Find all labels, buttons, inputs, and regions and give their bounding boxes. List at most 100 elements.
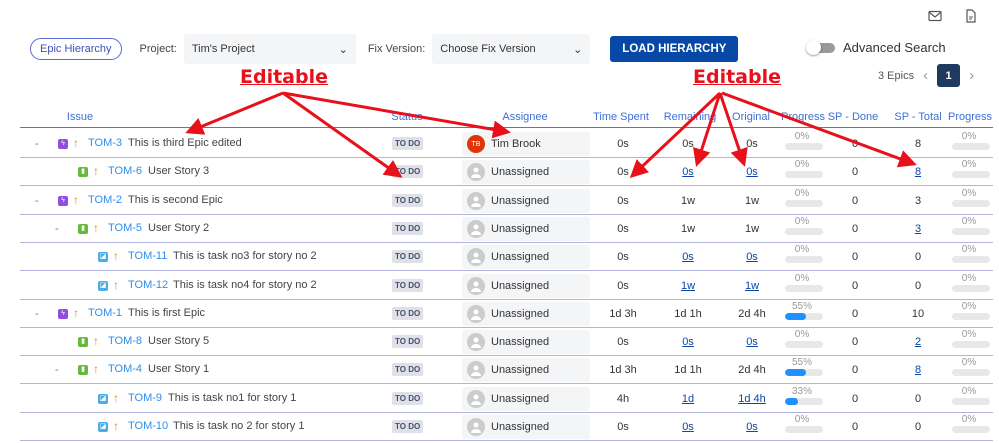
header-time-spent[interactable]: Time Spent xyxy=(593,111,649,123)
sp-total[interactable]: 2 xyxy=(915,336,921,348)
original-estimate[interactable]: 0s xyxy=(746,336,758,348)
assignee-name: Unassigned xyxy=(491,166,549,178)
status-badge[interactable]: TO DO xyxy=(392,420,423,433)
remaining-estimate[interactable]: 0s xyxy=(682,166,694,178)
assignee-field[interactable]: Unassigned xyxy=(462,415,590,439)
status-badge[interactable]: TO DO xyxy=(392,392,423,405)
issue-key-link[interactable]: TOM-10 xyxy=(128,420,168,432)
table-row: -ϟ↑TOM-2This is second EpicTO DOUnassign… xyxy=(20,187,993,215)
issue-summary[interactable]: User Story 5 xyxy=(148,335,209,347)
issue-key-link[interactable]: TOM-12 xyxy=(128,279,168,291)
collapse-toggle[interactable]: - xyxy=(55,223,59,235)
issue-key-link[interactable]: TOM-5 xyxy=(108,222,142,234)
assignee-field[interactable]: Unassigned xyxy=(462,160,590,184)
header-remaining[interactable]: Remaining xyxy=(664,111,717,123)
issue-key-link[interactable]: TOM-2 xyxy=(88,194,122,206)
status-badge[interactable]: TO DO xyxy=(392,335,423,348)
header-sp-progress[interactable]: Progress xyxy=(948,111,992,123)
collapse-toggle[interactable]: - xyxy=(35,308,39,320)
assignee-field[interactable]: Unassigned xyxy=(462,387,590,411)
avatar xyxy=(467,220,485,238)
status-badge[interactable]: TO DO xyxy=(392,194,423,207)
load-hierarchy-button[interactable]: LOAD HIERARCHY xyxy=(610,36,738,62)
fix-version-select[interactable]: Choose Fix Version⌄ xyxy=(432,34,590,64)
original-estimate[interactable]: 0s xyxy=(746,421,758,433)
sp-total[interactable]: 8 xyxy=(915,364,921,376)
header-status[interactable]: Status xyxy=(391,111,422,123)
assignee-field[interactable]: Unassigned xyxy=(462,274,590,298)
issue-key-link[interactable]: TOM-11 xyxy=(128,250,167,262)
issue-summary[interactable]: This is task no4 for story no 2 xyxy=(173,279,317,291)
epic-hierarchy-button[interactable]: Epic Hierarchy xyxy=(30,38,122,60)
issue-summary[interactable]: This is task no 2 for story 1 xyxy=(173,420,304,432)
mail-icon[interactable] xyxy=(927,8,943,24)
status-badge[interactable]: TO DO xyxy=(392,165,423,178)
remaining-estimate[interactable]: 0s xyxy=(682,336,694,348)
original-estimate[interactable]: 0s xyxy=(746,166,758,178)
status-badge[interactable]: TO DO xyxy=(392,307,423,320)
header-sp-done[interactable]: SP - Done xyxy=(828,111,879,123)
assignee-field[interactable]: TBTim Brook xyxy=(462,132,590,156)
sp-done: 0 xyxy=(852,251,858,263)
status-badge[interactable]: TO DO xyxy=(392,363,423,376)
issue-summary[interactable]: This is second Epic xyxy=(128,194,223,206)
advanced-search-toggle[interactable] xyxy=(808,43,835,53)
issue-summary[interactable]: User Story 1 xyxy=(148,363,209,375)
page-1-button[interactable]: 1 xyxy=(937,64,960,87)
issue-summary[interactable]: User Story 3 xyxy=(148,165,209,177)
issue-key-link[interactable]: TOM-9 xyxy=(128,392,162,404)
sp-progress: 0% xyxy=(952,329,990,348)
issue-key-link[interactable]: TOM-4 xyxy=(108,363,142,375)
issue-summary[interactable]: This is first Epic xyxy=(128,307,205,319)
time-spent: 4h xyxy=(617,393,629,405)
remaining-estimate[interactable]: 1w xyxy=(681,280,695,292)
sp-total[interactable]: 8 xyxy=(915,166,921,178)
sp-done: 0 xyxy=(852,421,858,433)
sp-total[interactable]: 3 xyxy=(915,223,921,235)
assignee-field[interactable]: Unassigned xyxy=(462,358,590,382)
status-badge[interactable]: TO DO xyxy=(392,250,423,263)
time-progress-label: 0% xyxy=(781,414,823,425)
issue-key-link[interactable]: TOM-3 xyxy=(88,137,122,149)
issue-summary[interactable]: User Story 2 xyxy=(148,222,209,234)
issue-key-link[interactable]: TOM-1 xyxy=(88,307,122,319)
story-type-icon: ▮ xyxy=(78,167,88,177)
original-estimate[interactable]: 1w xyxy=(745,280,759,292)
chevron-down-icon: ⌄ xyxy=(339,43,348,56)
remaining-estimate[interactable]: 0s xyxy=(682,251,694,263)
story-type-icon: ▮ xyxy=(78,337,88,347)
assignee-field[interactable]: Unassigned xyxy=(462,189,590,213)
next-page-button[interactable]: › xyxy=(969,67,974,84)
issue-key-link[interactable]: TOM-8 xyxy=(108,335,142,347)
original-estimate[interactable]: 1d 4h xyxy=(738,393,766,405)
project-select[interactable]: Tim's Project⌄ xyxy=(184,34,356,64)
remaining-estimate[interactable]: 1d xyxy=(682,393,694,405)
header-issue[interactable]: Issue xyxy=(67,111,93,123)
sp-done: 0 xyxy=(852,308,858,320)
collapse-toggle[interactable]: - xyxy=(35,138,39,150)
collapse-toggle[interactable]: - xyxy=(35,195,39,207)
remaining-estimate[interactable]: 0s xyxy=(682,421,694,433)
status-badge[interactable]: TO DO xyxy=(392,222,423,235)
status-badge[interactable]: TO DO xyxy=(392,279,423,292)
prev-page-button[interactable]: ‹ xyxy=(923,67,928,84)
header-assignee[interactable]: Assignee xyxy=(502,111,547,123)
issue-summary[interactable]: This is task no3 for story no 2 xyxy=(173,250,317,262)
header-sp-total[interactable]: SP - Total xyxy=(894,111,941,123)
assignee-field[interactable]: Unassigned xyxy=(462,217,590,241)
chevron-down-icon: ⌄ xyxy=(573,43,582,56)
status-badge[interactable]: TO DO xyxy=(392,137,423,150)
collapse-toggle[interactable]: - xyxy=(55,364,59,376)
header-original[interactable]: Original xyxy=(732,111,770,123)
assignee-field[interactable]: Unassigned xyxy=(462,245,590,269)
document-icon[interactable] xyxy=(963,8,979,24)
issue-summary[interactable]: This is third Epic edited xyxy=(128,137,242,149)
sp-progress: 0% xyxy=(952,414,990,433)
assignee-field[interactable]: Unassigned xyxy=(462,302,590,326)
issue-summary[interactable]: This is task no1 for story 1 xyxy=(168,392,296,404)
original-estimate[interactable]: 0s xyxy=(746,251,758,263)
header-progress[interactable]: Progress xyxy=(781,111,825,123)
issue-key-link[interactable]: TOM-6 xyxy=(108,165,142,177)
assignee-field[interactable]: Unassigned xyxy=(462,330,590,354)
epic-count: 3 Epics xyxy=(878,70,914,82)
